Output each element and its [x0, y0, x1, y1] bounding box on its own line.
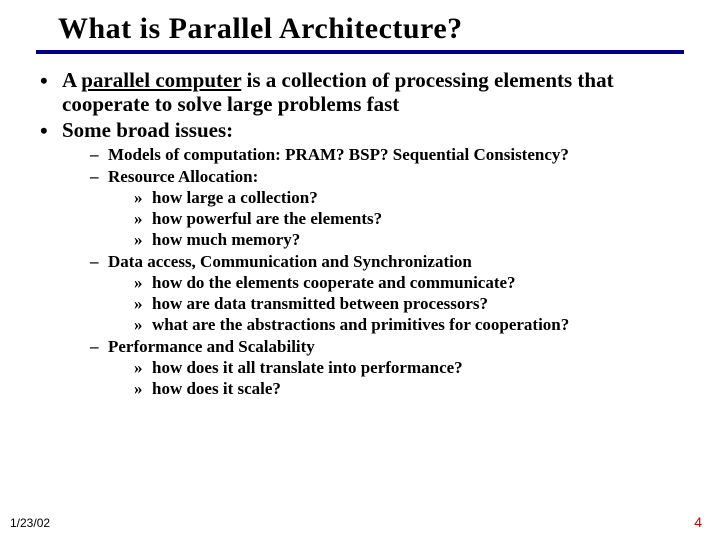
sub-3b: how are data transmitted between process… [134, 293, 690, 314]
bullet-2: Some broad issues: Models of computation… [40, 118, 690, 399]
sub-2-text: Resource Allocation: [108, 167, 258, 186]
sub-2c: how much memory? [134, 229, 690, 250]
bullet-1: A parallel computer is a collection of p… [40, 68, 690, 116]
sub-2b: how powerful are the elements? [134, 208, 690, 229]
sub-list: Models of computation: PRAM? BSP? Sequen… [62, 144, 690, 399]
sub-4: Performance and Scalability how does it … [90, 336, 690, 400]
sub-4a: how does it all translate into performan… [134, 357, 690, 378]
sub-3-list: how do the elements cooperate and commun… [108, 272, 690, 336]
title-rule [36, 50, 684, 54]
sub-3: Data access, Communication and Synchroni… [90, 251, 690, 336]
bullet-1-underline: parallel computer [81, 68, 241, 92]
sub-1: Models of computation: PRAM? BSP? Sequen… [90, 144, 690, 165]
sub-3c: what are the abstractions and primitives… [134, 314, 690, 335]
bullet-2-text: Some broad issues: [62, 118, 233, 142]
sub-2: Resource Allocation: how large a collect… [90, 166, 690, 251]
bullet-1-pre: A [62, 68, 81, 92]
footer-date: 1/23/02 [10, 516, 50, 530]
page-number: 4 [694, 514, 702, 530]
sub-3-text: Data access, Communication and Synchroni… [108, 252, 472, 271]
sub-3a: how do the elements cooperate and commun… [134, 272, 690, 293]
sub-2a: how large a collection? [134, 187, 690, 208]
slide: What is Parallel Architecture? A paralle… [0, 0, 720, 540]
sub-4-list: how does it all translate into performan… [108, 357, 690, 400]
bullet-list: A parallel computer is a collection of p… [20, 68, 700, 399]
sub-2-list: how large a collection? how powerful are… [108, 187, 690, 251]
sub-4-text: Performance and Scalability [108, 337, 315, 356]
slide-title: What is Parallel Architecture? [58, 12, 700, 46]
sub-4b: how does it scale? [134, 378, 690, 399]
